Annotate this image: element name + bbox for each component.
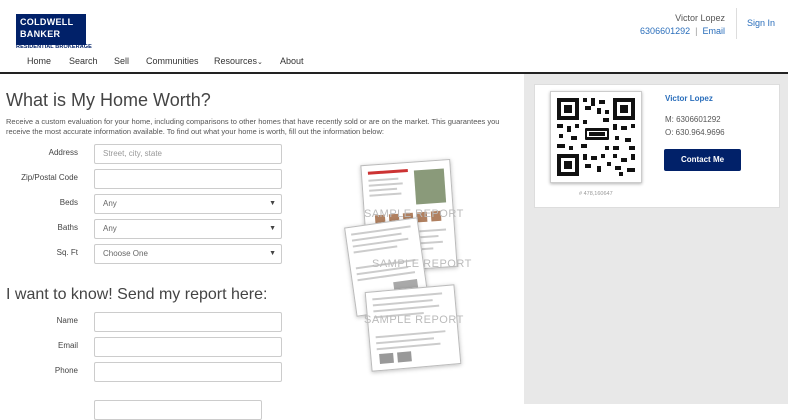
sqft-select[interactable]: Choose One ▼ <box>94 244 282 264</box>
phone-input[interactable] <box>94 362 282 382</box>
address-label: Address <box>48 148 78 157</box>
chevron-down-icon: ⌄ <box>257 59 263 66</box>
site-header: COLDWELL BANKER RESIDENTIAL BROKERAGE Ho… <box>0 0 788 74</box>
agent-header-info: Victor Lopez 6306601292 | Email <box>640 13 725 36</box>
chevron-down-icon: ▼ <box>269 250 276 257</box>
card-agent-name[interactable]: Victor Lopez <box>665 94 713 103</box>
nav-search[interactable]: Search <box>69 56 98 66</box>
baths-select[interactable]: Any ▼ <box>94 219 282 239</box>
send-report-title: I want to know! Send my report here: <box>6 286 268 303</box>
sample-report-watermark: SAMPLE REPORT <box>372 258 472 270</box>
nav-communities[interactable]: Communities <box>146 56 199 66</box>
agent-name: Victor Lopez <box>675 13 725 23</box>
sample-report-watermark: SAMPLE REPORT <box>364 314 464 326</box>
agent-email-link[interactable]: Email <box>702 26 725 36</box>
zip-label: Zip/Postal Code <box>21 173 78 182</box>
qr-code-icon <box>550 91 642 183</box>
agent-phone-link[interactable]: 6306601292 <box>640 26 690 36</box>
intro-text: Receive a custom evaluation for your hom… <box>6 117 500 136</box>
nav-home[interactable]: Home <box>27 56 51 66</box>
card-mobile: M: 6306601292 <box>665 115 721 124</box>
nav-about[interactable]: About <box>280 56 304 66</box>
email-input[interactable] <box>94 337 282 357</box>
sign-in-link[interactable]: Sign In <box>747 18 775 28</box>
next-input[interactable] <box>94 400 262 420</box>
email-label: Email <box>57 341 78 350</box>
chevron-down-icon: ▼ <box>269 200 276 207</box>
nav-resources[interactable]: Resources⌄ <box>214 56 263 66</box>
phone-label: Phone <box>54 366 78 375</box>
address-input[interactable]: Street, city, state <box>94 144 282 164</box>
sample-report-page <box>364 284 462 372</box>
name-input[interactable] <box>94 312 282 332</box>
card-office: O: 630.964.9696 <box>665 128 725 137</box>
beds-label: Beds <box>59 198 78 207</box>
header-divider <box>736 8 737 39</box>
contact-me-button[interactable]: Contact Me <box>664 149 741 171</box>
coldwell-banker-logo[interactable]: COLDWELL BANKER RESIDENTIAL BROKERAGE <box>16 14 92 54</box>
sqft-label: Sq. Ft <box>56 248 78 257</box>
agent-card: # 478,160647 Victor Lopez M: 6306601292 … <box>534 84 780 208</box>
page-title: What is My Home Worth? <box>6 90 211 110</box>
name-label: Name <box>56 316 78 325</box>
baths-label: Baths <box>57 223 78 232</box>
agent-id: # 478,160647 <box>579 191 613 197</box>
zip-input[interactable] <box>94 169 282 189</box>
nav-sell[interactable]: Sell <box>114 56 129 66</box>
chevron-down-icon: ▼ <box>269 225 276 232</box>
beds-select[interactable]: Any ▼ <box>94 194 282 214</box>
sample-report-watermark: SAMPLE REPORT <box>364 208 464 220</box>
